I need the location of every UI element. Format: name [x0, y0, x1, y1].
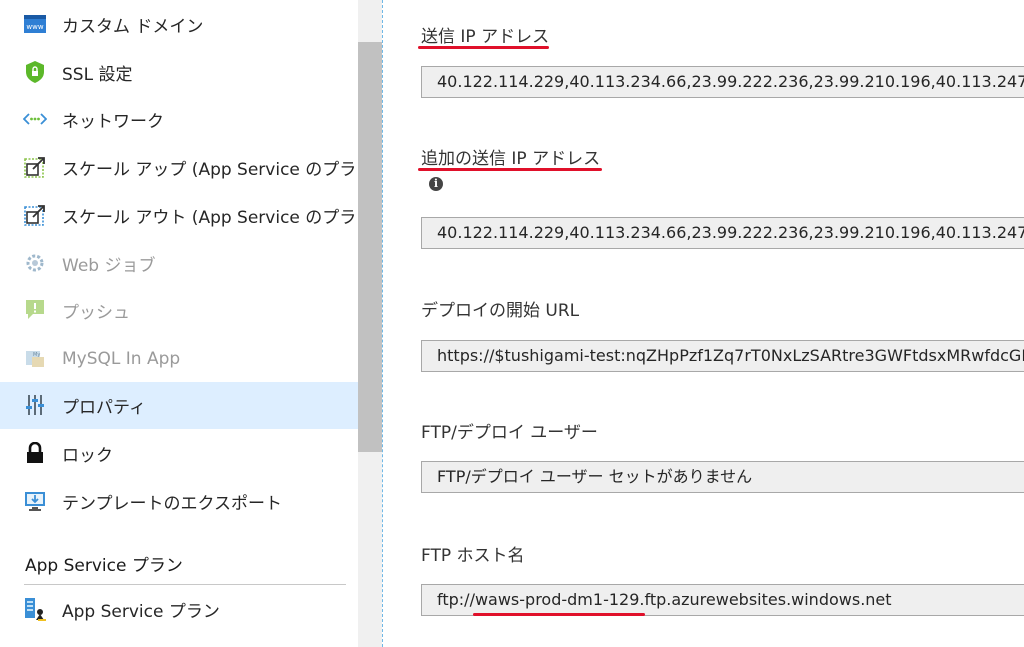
nav-item-label: ロック	[62, 446, 113, 466]
settings-nav: www カスタム ドメイン SSL 設定 ネットワーク スケール アップ (Ap…	[0, 0, 358, 647]
annotation-underline	[418, 46, 549, 49]
annotation-underline	[418, 168, 602, 171]
nav-item-scale-out[interactable]: スケール アウト (App Service のプラ...	[0, 192, 358, 239]
nav-item-label: テンプレートのエクスポート	[62, 494, 282, 514]
nav-item-app-service-plan[interactable]: App Service プラン	[0, 586, 358, 633]
svg-text:www: www	[26, 23, 43, 31]
nav-item-label: MySQL In App	[62, 348, 181, 369]
network-icon	[23, 107, 47, 131]
nav-item-label: スケール アップ (App Service のプラ...	[62, 160, 358, 180]
nav-item-custom-domain[interactable]: www カスタム ドメイン	[0, 1, 358, 48]
mysql-icon: My	[23, 346, 47, 370]
nav-item-label: ネットワーク	[62, 112, 164, 132]
webjobs-icon	[23, 251, 47, 275]
nav-scrollbar-thumb[interactable]	[358, 42, 382, 452]
ftp-host-label: FTP ホスト名	[421, 546, 525, 566]
lock-icon	[23, 441, 47, 465]
deploy-url-field[interactable]: https://$tushigami-test:nqZHpPzf1Zq7rT0N…	[421, 340, 1024, 372]
app-service-plan-icon	[23, 597, 47, 621]
scale-out-icon	[23, 203, 47, 227]
shield-icon	[23, 60, 47, 84]
outbound-ip-label: 送信 IP アドレス	[421, 27, 550, 47]
ftp-user-field[interactable]: FTP/デプロイ ユーザー セットがありません	[421, 461, 1024, 493]
nav-item-label: SSL 設定	[62, 65, 133, 85]
export-template-icon	[23, 489, 47, 513]
push-icon	[23, 298, 47, 322]
svg-text:My: My	[33, 352, 40, 358]
nav-item-network[interactable]: ネットワーク	[0, 96, 358, 143]
deploy-url-label: デプロイの開始 URL	[421, 301, 580, 321]
nav-item-lock[interactable]: ロック	[0, 430, 358, 477]
nav-item-properties[interactable]: プロパティ	[0, 382, 358, 429]
scale-up-icon	[23, 155, 47, 179]
additional-outbound-ip-field[interactable]: 40.122.114.229,40.113.234.66,23.99.222.2…	[421, 217, 1024, 249]
nav-item-push[interactable]: プッシュ	[0, 287, 358, 334]
pane-divider	[382, 0, 383, 647]
nav-item-label: プロパティ	[62, 398, 146, 418]
nav-item-mysql[interactable]: My MySQL In App	[0, 335, 358, 382]
section-header-app-service-plan: App Service プラン	[25, 556, 183, 576]
nav-item-label: App Service プラン	[62, 602, 220, 622]
properties-icon	[23, 393, 47, 417]
nav-item-label: カスタム ドメイン	[62, 17, 204, 37]
additional-outbound-ip-label: 追加の送信 IP アドレス	[421, 149, 601, 169]
nav-item-webjobs[interactable]: Web ジョブ	[0, 240, 358, 287]
info-icon[interactable]: i	[429, 177, 443, 191]
ftp-user-label: FTP/デプロイ ユーザー	[421, 423, 598, 443]
www-icon: www	[23, 12, 47, 36]
annotation-underline	[473, 613, 645, 616]
nav-item-export-template[interactable]: テンプレートのエクスポート	[0, 478, 358, 525]
nav-item-label: スケール アウト (App Service のプラ...	[62, 208, 358, 228]
nav-item-ssl[interactable]: SSL 設定	[0, 49, 358, 96]
nav-item-label: Web ジョブ	[62, 256, 156, 276]
outbound-ip-field[interactable]: 40.122.114.229,40.113.234.66,23.99.222.2…	[421, 66, 1024, 98]
nav-item-label: プッシュ	[62, 303, 130, 323]
ftp-host-field[interactable]: ftp://waws-prod-dm1-129.ftp.azurewebsite…	[421, 584, 1024, 616]
section-divider	[24, 584, 346, 585]
nav-item-scale-up[interactable]: スケール アップ (App Service のプラ...	[0, 144, 358, 191]
